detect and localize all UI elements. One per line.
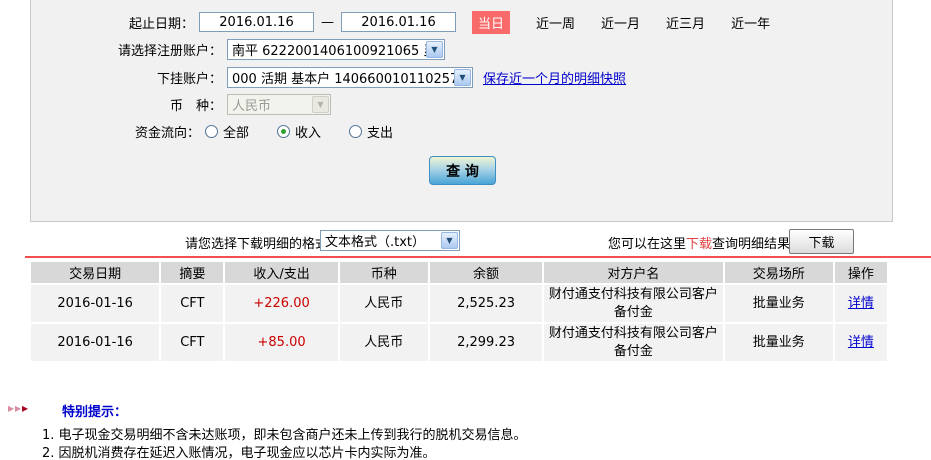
cell-venue: 批量业务: [725, 324, 833, 361]
cell-balance: 2,299.23: [430, 324, 542, 361]
fund-flow-row: 资金流向： 全部 收入 支出: [31, 119, 892, 143]
query-button[interactable]: 查 询: [429, 156, 496, 185]
download-button[interactable]: 下载: [789, 229, 854, 254]
fund-flow-option-income-label: 收入: [295, 122, 321, 141]
cell-amount: +226.00: [225, 285, 337, 322]
sub-account-label: 下挂账户：: [31, 68, 227, 87]
special-notes-title: 特别提示：: [62, 401, 127, 420]
download-format-select[interactable]: 文本格式（.txt） ▼: [320, 230, 460, 251]
currency-select: 人民币 ▼: [227, 94, 331, 115]
fund-flow-option-all[interactable]: 全部: [205, 122, 249, 141]
transaction-query-page: 起止日期： — 当日 近一周 近一月 近三月 近一年 请选择注册账户： 南平 6…: [0, 0, 931, 460]
cell-summary: CFT: [161, 285, 223, 322]
date-range-label: 起止日期：: [31, 13, 199, 32]
fund-flow-option-all-label: 全部: [223, 122, 249, 141]
note-item: 2. 因脱机消费存在延迟入账情况，电子现金应以芯片卡内实际为准。: [42, 442, 436, 460]
cell-action: 详情: [835, 285, 887, 322]
query-form-panel: 起止日期： — 当日 近一周 近一月 近三月 近一年 请选择注册账户： 南平 6…: [30, 0, 893, 222]
radio-icon[interactable]: [205, 125, 218, 138]
detail-link[interactable]: 详情: [848, 296, 874, 311]
sub-account-row: 下挂账户： 000 活期 基本户 1406600101102571848 ▼ 保…: [31, 65, 892, 89]
register-account-row: 请选择注册账户： 南平 6222001406100921065 灵通卡 ▼: [31, 37, 892, 61]
cell-balance: 2,525.23: [430, 285, 542, 322]
header-trade-date: 交易日期: [31, 262, 159, 283]
register-account-label: 请选择注册账户：: [31, 40, 227, 59]
quick-range-today[interactable]: 当日: [472, 11, 510, 34]
start-date-input[interactable]: [199, 12, 314, 32]
download-hint: 您可以在这里下载查询明细结果: [608, 233, 790, 252]
download-hint-prefix: 您可以在这里: [608, 237, 686, 252]
fund-flow-option-income[interactable]: 收入: [277, 122, 321, 141]
note-item: 1. 电子现金交易明细不含未达账项，即未包含商户还未上传到我行的脱机交易信息。: [42, 424, 527, 443]
cell-trade-date: 2016-01-16: [31, 285, 159, 322]
register-account-select[interactable]: 南平 6222001406100921065 灵通卡 ▼: [227, 39, 445, 60]
chevron-down-icon: ▼: [312, 96, 329, 113]
quick-range-month[interactable]: 近一月: [601, 13, 640, 32]
detail-link[interactable]: 详情: [848, 335, 874, 350]
header-balance: 余额: [430, 262, 542, 283]
sub-account-value: 000 活期 基本户 1406600101102571848: [228, 68, 454, 87]
header-action: 操作: [835, 262, 887, 283]
chevron-down-icon: ▼: [454, 69, 471, 86]
register-account-value: 南平 6222001406100921065 灵通卡: [228, 40, 426, 59]
download-hint-suffix: 查询明细结果: [712, 237, 790, 252]
cell-currency: 人民币: [340, 285, 428, 322]
header-counterparty: 对方户名: [544, 262, 722, 283]
radio-icon[interactable]: [349, 125, 362, 138]
cell-venue: 批量业务: [725, 285, 833, 322]
chevron-down-icon: ▼: [426, 41, 443, 58]
download-format-label: 请您选择下载明细的格式: [185, 233, 328, 252]
cell-counterparty: 财付通支付科技有限公司客户备付金: [544, 324, 722, 361]
currency-row: 币 种： 人民币 ▼: [31, 92, 892, 116]
header-amount: 收入/支出: [225, 262, 337, 283]
cell-action: 详情: [835, 324, 887, 361]
header-currency: 币种: [340, 262, 428, 283]
cell-amount: +85.00: [225, 324, 337, 361]
table-header-row: 交易日期 摘要 收入/支出 币种 余额 对方户名 交易场所 操作: [31, 262, 887, 283]
quick-range-year[interactable]: 近一年: [731, 13, 770, 32]
header-summary: 摘要: [161, 262, 223, 283]
fund-flow-option-expense-label: 支出: [367, 122, 393, 141]
cell-counterparty: 财付通支付科技有限公司客户备付金: [544, 285, 722, 322]
transaction-table: 交易日期 摘要 收入/支出 币种 余额 对方户名 交易场所 操作 2016-01…: [29, 260, 889, 363]
note-arrows-icon: ▸▸▸: [8, 401, 29, 415]
date-range-row: 起止日期： — 当日 近一周 近一月 近三月 近一年: [31, 10, 892, 34]
radio-checked-icon[interactable]: [277, 125, 290, 138]
header-venue: 交易场所: [725, 262, 833, 283]
fund-flow-option-expense[interactable]: 支出: [349, 122, 393, 141]
date-range-separator: —: [321, 15, 334, 30]
cell-summary: CFT: [161, 324, 223, 361]
cell-trade-date: 2016-01-16: [31, 324, 159, 361]
quick-range-quarter[interactable]: 近三月: [666, 13, 705, 32]
sub-account-select[interactable]: 000 活期 基本户 1406600101102571848 ▼: [227, 67, 473, 88]
save-snapshot-link[interactable]: 保存近一个月的明细快照: [483, 68, 626, 87]
table-row: 2016-01-16 CFT +85.00 人民币 2,299.23 财付通支付…: [31, 324, 887, 361]
chevron-down-icon: ▼: [441, 232, 458, 249]
download-format-value: 文本格式（.txt）: [321, 231, 441, 250]
end-date-input[interactable]: [341, 12, 456, 32]
red-divider: [25, 256, 931, 258]
currency-value: 人民币: [228, 95, 312, 114]
download-hint-link[interactable]: 下载: [686, 237, 712, 252]
cell-currency: 人民币: [340, 324, 428, 361]
currency-label: 币 种：: [31, 95, 227, 114]
table-row: 2016-01-16 CFT +226.00 人民币 2,525.23 财付通支…: [31, 285, 887, 322]
fund-flow-label: 资金流向：: [31, 122, 205, 141]
quick-range-week[interactable]: 近一周: [536, 13, 575, 32]
